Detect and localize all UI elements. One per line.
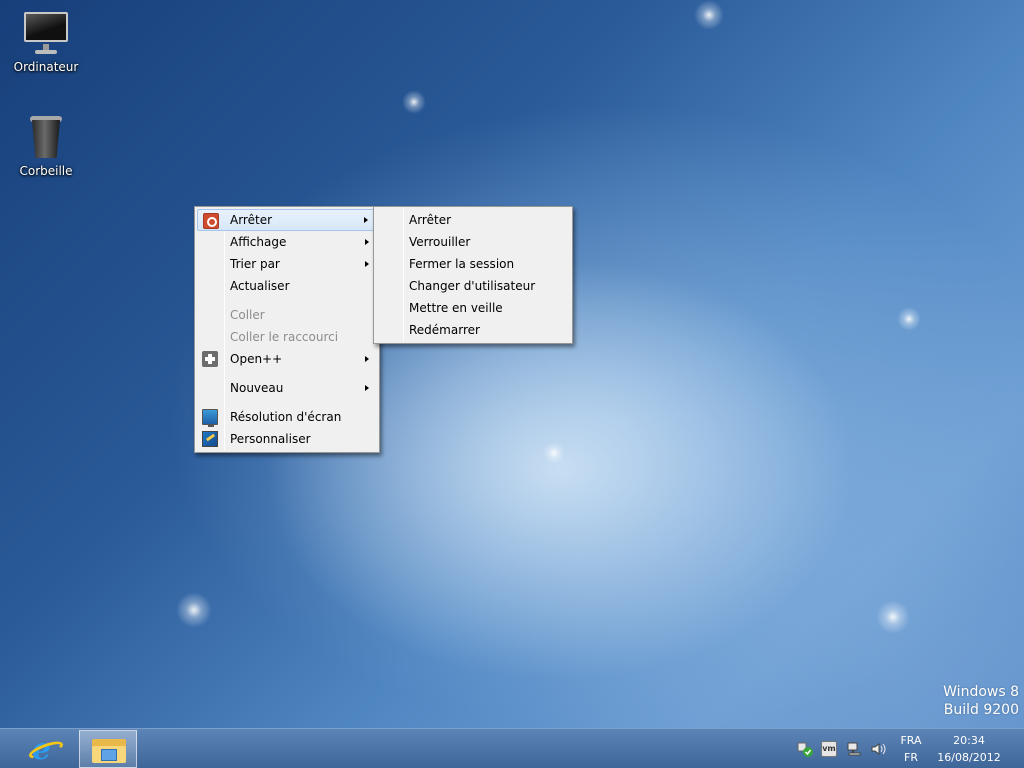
submenu-item-sign-out[interactable]: Fermer la session: [376, 253, 570, 275]
taskbar: e vm FRA FR 20:34 16/08/2012: [0, 728, 1024, 768]
desktop-context-menu: Arrêter Affichage Trier par Actualiser C…: [194, 206, 380, 453]
menu-item-new[interactable]: Nouveau: [197, 377, 377, 399]
desktop-icon-label: Ordinateur: [13, 60, 79, 74]
menu-item-shutdown[interactable]: Arrêter: [197, 209, 377, 231]
open-plus-icon: [202, 351, 218, 367]
submenu-arrow-icon: [365, 261, 369, 267]
submenu-item-shutdown[interactable]: Arrêter: [376, 209, 570, 231]
taskbar-internet-explorer[interactable]: e: [16, 730, 74, 768]
submenu-arrow-icon: [365, 356, 369, 362]
menu-item-personalize[interactable]: Personnaliser: [197, 428, 377, 450]
wallpaper-sparkle: [694, 0, 724, 30]
recycle-bin-icon: [22, 114, 70, 162]
menu-item-paste-shortcut[interactable]: Coller le raccourci: [197, 326, 377, 348]
menu-separator: [228, 370, 377, 377]
menu-item-open-plus-plus[interactable]: Open++: [197, 348, 377, 370]
wallpaper-sparkle: [543, 442, 565, 464]
wallpaper-sparkle: [402, 90, 426, 114]
menu-item-screen-resolution[interactable]: Résolution d'écran: [197, 406, 377, 428]
folder-icon: [92, 737, 126, 763]
menu-item-sort-by[interactable]: Trier par: [197, 253, 377, 275]
desktop-icon-computer[interactable]: Ordinateur: [9, 10, 83, 74]
menu-item-view[interactable]: Affichage: [197, 231, 377, 253]
shutdown-submenu: Arrêter Verrouiller Fermer la session Ch…: [373, 206, 573, 344]
submenu-arrow-icon: [364, 217, 368, 223]
watermark-os: Windows 8: [943, 684, 1019, 700]
submenu-item-lock[interactable]: Verrouiller: [376, 231, 570, 253]
watermark-build: Build 9200: [943, 702, 1019, 718]
display-icon: [202, 409, 218, 427]
wallpaper-sparkle: [876, 600, 910, 634]
build-watermark: Windows 8 Build 9200: [943, 684, 1019, 718]
keyboard-layout: FR: [904, 751, 918, 764]
wallpaper-sparkle: [176, 592, 212, 628]
menu-separator: [228, 399, 377, 406]
clock[interactable]: 20:34 16/08/2012: [934, 732, 1004, 766]
input-language: FRA: [900, 734, 922, 747]
language-indicator[interactable]: FRA FR: [896, 732, 926, 766]
desktop-icon-label: Corbeille: [19, 164, 73, 178]
menu-item-paste[interactable]: Coller: [197, 304, 377, 326]
volume-icon[interactable]: [870, 741, 886, 757]
menu-separator: [228, 297, 377, 304]
submenu-item-switch-user[interactable]: Changer d'utilisateur: [376, 275, 570, 297]
submenu-item-sleep[interactable]: Mettre en veille: [376, 297, 570, 319]
vmware-label: vm: [822, 744, 836, 753]
action-center-icon[interactable]: [797, 741, 813, 757]
submenu-arrow-icon: [365, 385, 369, 391]
desktop-icon-recycle-bin[interactable]: Corbeille: [9, 114, 83, 178]
power-icon: [203, 213, 219, 229]
vmware-tools-icon[interactable]: vm: [821, 741, 837, 757]
network-icon[interactable]: [846, 741, 862, 757]
clock-time: 20:34: [953, 734, 985, 747]
wallpaper-sparkle: [897, 307, 921, 331]
clock-date: 16/08/2012: [937, 751, 1001, 764]
computer-icon: [22, 10, 70, 58]
personalize-icon: [202, 431, 218, 447]
submenu-item-restart[interactable]: Redémarrer: [376, 319, 570, 341]
submenu-arrow-icon: [365, 239, 369, 245]
menu-item-refresh[interactable]: Actualiser: [197, 275, 377, 297]
taskbar-file-explorer[interactable]: [79, 730, 137, 768]
